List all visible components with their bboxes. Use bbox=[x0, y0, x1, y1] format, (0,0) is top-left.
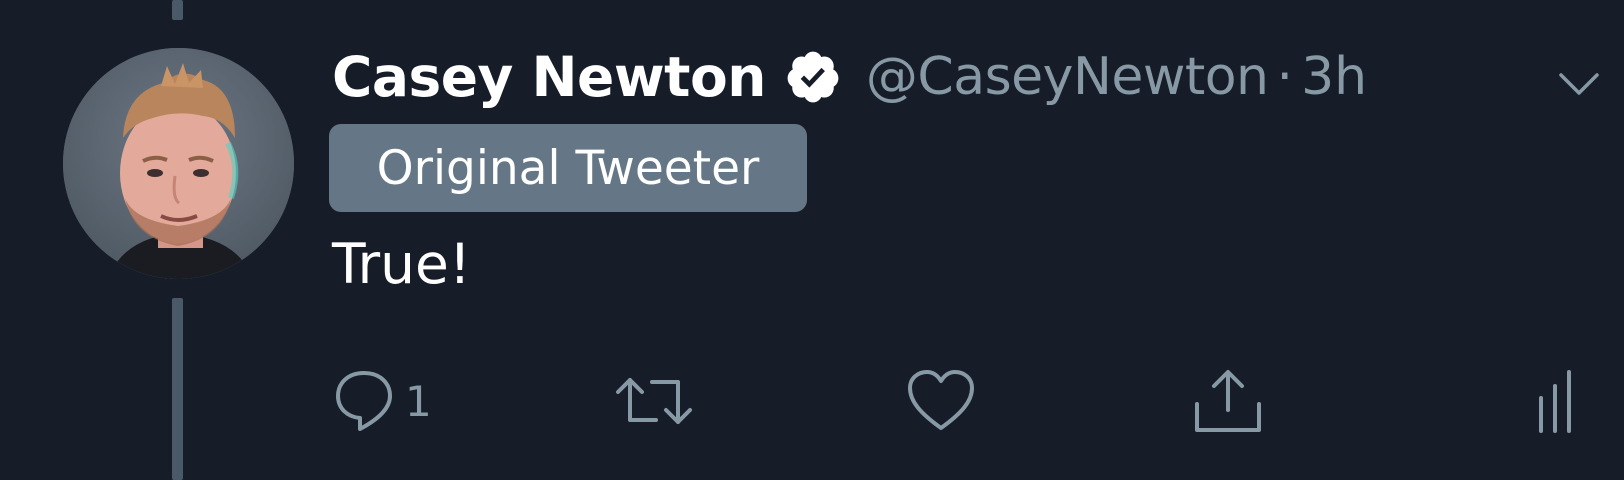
avatar[interactable] bbox=[63, 48, 294, 279]
retweet-button[interactable] bbox=[612, 363, 696, 439]
thread-line-bottom bbox=[172, 298, 183, 480]
verified-badge-icon bbox=[787, 51, 839, 103]
chevron-down-icon[interactable] bbox=[1555, 60, 1603, 108]
reply-icon bbox=[336, 371, 392, 431]
display-name[interactable]: Casey Newton bbox=[332, 45, 766, 109]
heart-icon bbox=[908, 370, 974, 430]
tweet-text: True! bbox=[332, 232, 471, 296]
like-button[interactable] bbox=[906, 363, 976, 439]
avatar-photo-icon bbox=[63, 48, 294, 279]
original-tweeter-badge: Original Tweeter bbox=[329, 124, 807, 212]
retweet-icon bbox=[616, 378, 692, 424]
timestamp[interactable]: 3h bbox=[1301, 47, 1367, 107]
analytics-button[interactable] bbox=[1536, 363, 1582, 439]
share-icon bbox=[1195, 370, 1261, 432]
thread-line-top bbox=[172, 0, 183, 20]
share-button[interactable] bbox=[1193, 363, 1263, 439]
user-handle[interactable]: @CaseyNewton bbox=[866, 47, 1269, 107]
reply-button[interactable]: 1 bbox=[333, 363, 432, 439]
reply-count: 1 bbox=[405, 376, 432, 426]
tweet-header: Casey Newton @CaseyNewton · 3h bbox=[332, 42, 1604, 112]
separator-dot: · bbox=[1276, 47, 1294, 107]
analytics-icon bbox=[1539, 370, 1571, 433]
